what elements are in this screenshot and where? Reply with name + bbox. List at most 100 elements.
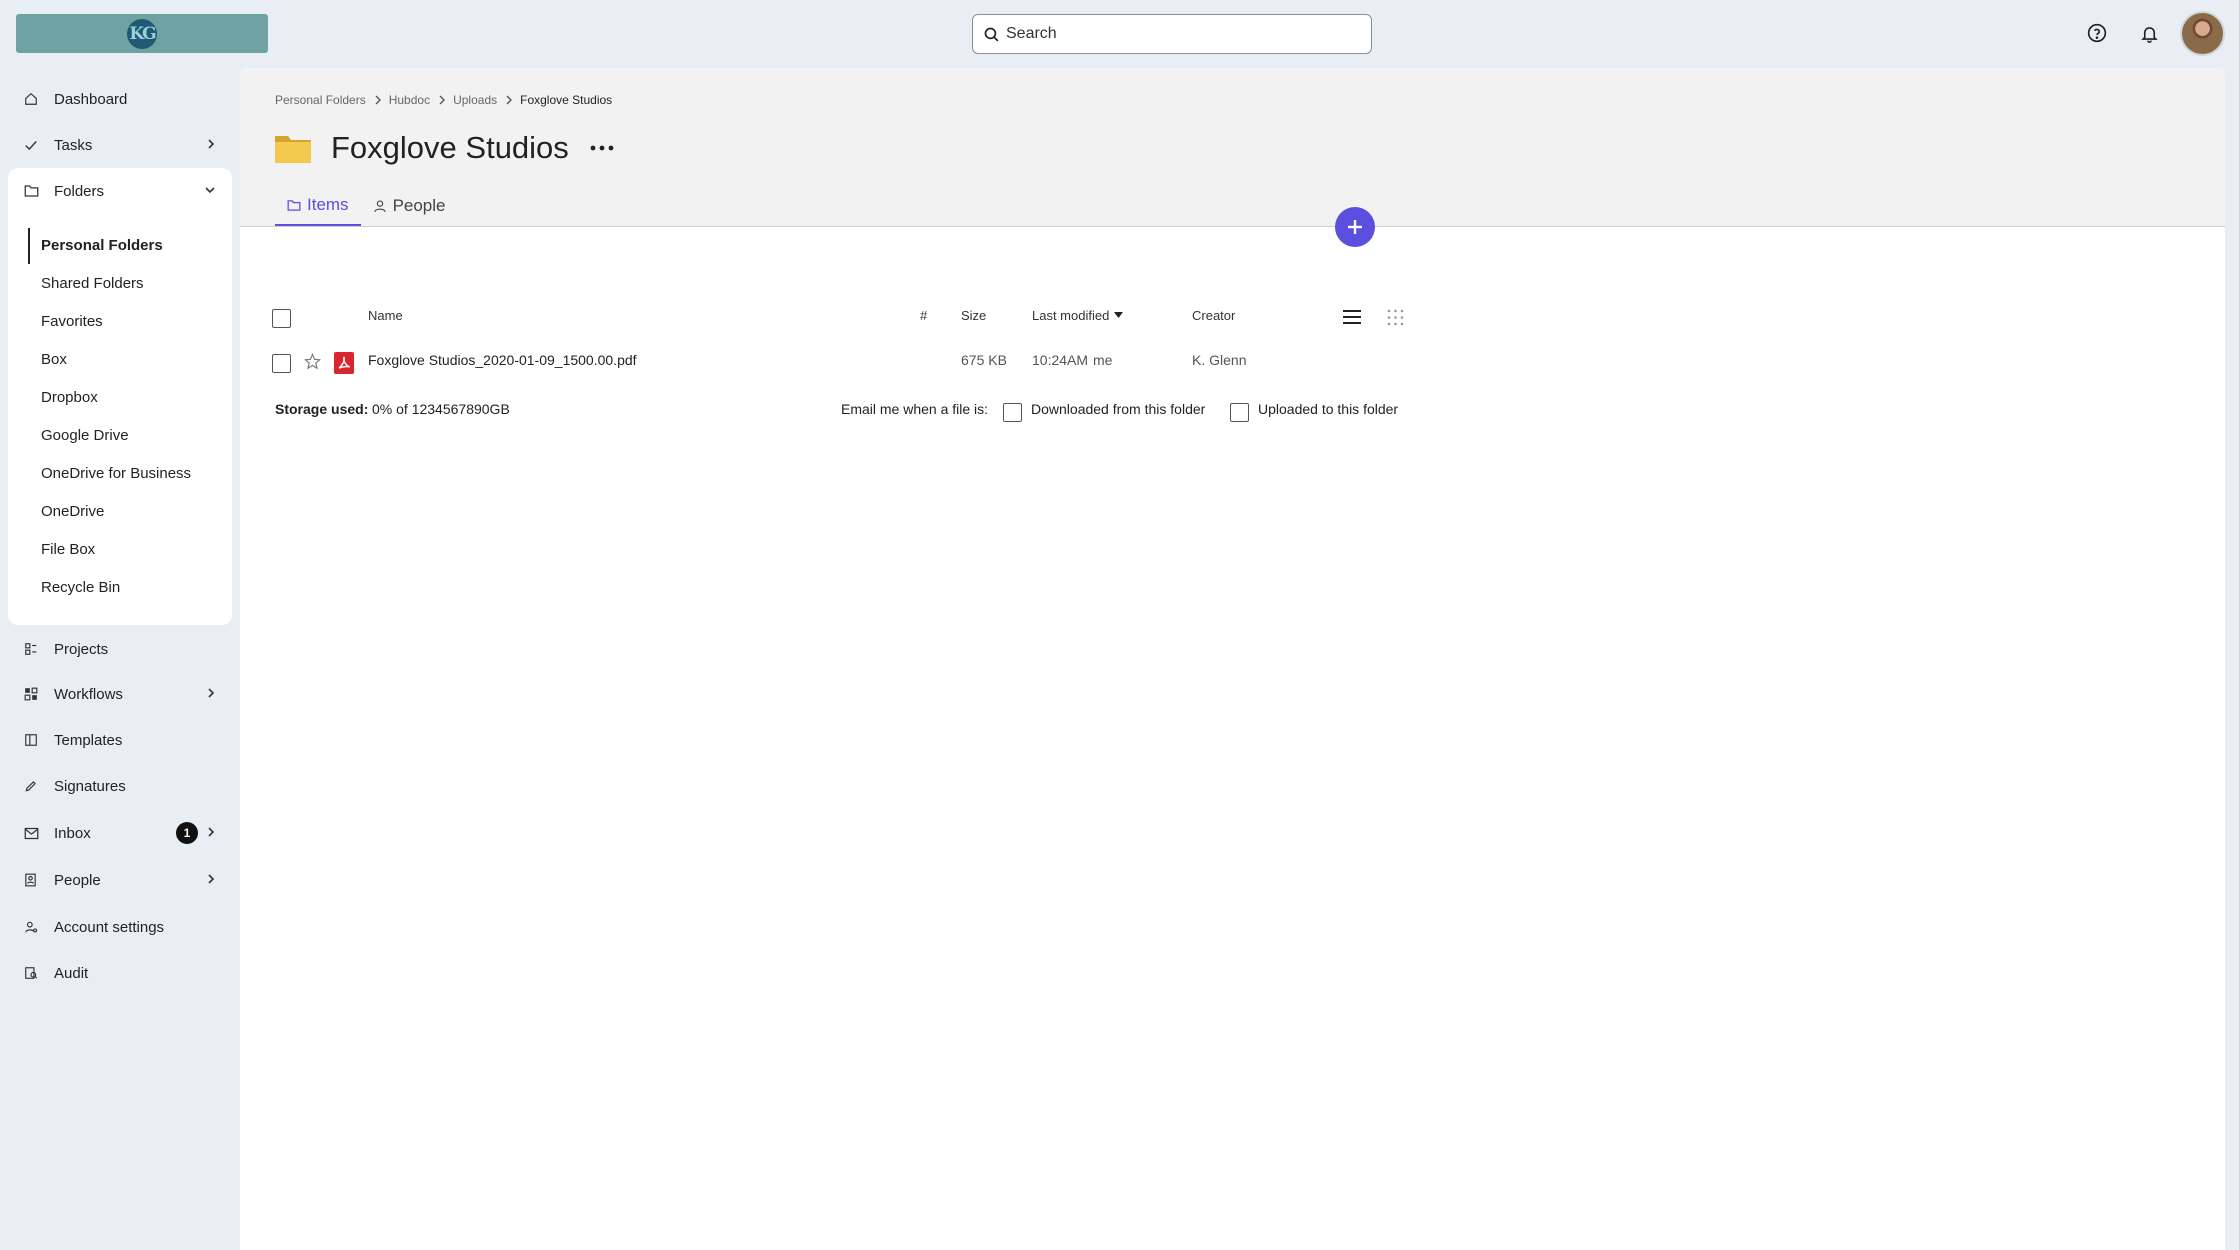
grid-view-icon[interactable] [1387,309,1404,326]
workflow-icon [24,687,44,701]
nav-templates[interactable]: Templates [8,720,232,760]
downloaded-option-label[interactable]: Downloaded from this folder [1031,401,1205,417]
nav-audit[interactable]: Audit [8,953,232,993]
search-icon [983,26,1000,43]
pdf-file-icon [334,352,354,374]
nav-people[interactable]: People [8,860,232,900]
nav-projects[interactable]: Projects [8,629,232,669]
breadcrumb-current: Foxglove Studios [520,93,613,107]
projects-icon [24,642,44,656]
nav-label: Projects [54,640,109,658]
page-title: Foxglove Studios [331,130,569,165]
user-avatar[interactable] [2180,11,2225,56]
column-header-name[interactable]: Name [368,308,403,323]
nav-label: People [54,871,101,889]
storage-label: Storage used: [275,401,369,417]
file-name[interactable]: Foxglove Studios_2020-01-09_1500.00.pdf [368,352,637,368]
file-modified-by: me [1093,352,1113,368]
nav-label: Templates [54,731,123,749]
active-folder-indicator [28,228,30,264]
nav-folders[interactable]: Folders [8,171,232,211]
column-header-label: Last modified [1032,308,1110,323]
tab-items[interactable]: Items [275,186,361,226]
nav-label: Audit [54,964,89,982]
tab-label: People [392,196,446,215]
chevron-down-icon [204,183,216,201]
folder-favorites[interactable]: Favorites [41,310,103,334]
template-icon [24,733,44,747]
app-logo[interactable]: KG [16,14,268,53]
title-row: Foxglove Studios [275,130,615,166]
search-input[interactable] [1006,25,1371,43]
file-modified-time: 10:24AM [1032,352,1089,368]
column-header-number[interactable]: # [920,308,927,323]
chevron-right-icon [206,825,216,843]
row-checkbox[interactable] [272,354,291,373]
folder-icon [287,199,301,212]
bell-icon[interactable] [2136,20,2162,46]
folder-icon [24,184,44,198]
help-icon[interactable] [2084,20,2110,46]
chevron-right-icon [438,95,446,105]
select-all-checkbox[interactable] [272,309,291,328]
nav-label: Tasks [54,136,93,154]
breadcrumb-item[interactable]: Uploads [453,93,497,107]
column-header-size[interactable]: Size [961,308,986,323]
nav-label: Signatures [54,777,126,795]
folder-box[interactable]: Box [41,348,67,372]
folder-google-drive[interactable]: Google Drive [41,424,129,448]
file-creator: K. Glenn [1192,352,1247,368]
folder-dropbox[interactable]: Dropbox [41,386,98,410]
storage-value: 0% of 1234567890GB [372,401,510,417]
nav-label: Folders [54,182,105,200]
mail-icon [24,827,44,840]
column-header-creator[interactable]: Creator [1192,308,1235,323]
inbox-count-badge: 1 [176,822,198,844]
plus-icon [1346,218,1364,236]
column-header-last-modified[interactable]: Last modified [1032,308,1124,323]
email-notify-label: Email me when a file is: [841,401,989,417]
nav-inbox[interactable]: Inbox 1 [8,813,232,853]
breadcrumb: Personal Folders Hubdoc Uploads Foxglove… [275,93,612,107]
folder-personal[interactable]: Personal Folders [41,234,163,258]
breadcrumb-item[interactable]: Personal Folders [275,93,366,107]
nav-label: Workflows [54,685,123,703]
chevron-right-icon [206,137,216,155]
nav-label: Account settings [54,918,165,936]
folder-icon [275,133,311,163]
star-icon[interactable] [304,353,321,370]
chevron-right-icon [374,95,381,105]
folder-recycle-bin[interactable]: Recycle Bin [41,576,120,600]
nav-signatures[interactable]: Signatures [8,766,232,806]
sort-desc-icon [1114,312,1124,319]
nav-dashboard[interactable]: Dashboard [8,79,232,119]
uploaded-option-label[interactable]: Uploaded to this folder [1258,401,1398,417]
tab-bar: Items People [275,186,458,226]
folder-shared[interactable]: Shared Folders [41,272,144,296]
chevron-right-icon [206,872,216,890]
uploaded-checkbox[interactable] [1230,403,1249,422]
add-button[interactable] [1335,207,1375,247]
nav-tasks[interactable]: Tasks [8,125,232,165]
nav-workflows[interactable]: Workflows [8,674,232,714]
folder-onedrive[interactable]: OneDrive [41,500,104,524]
more-options-icon[interactable] [589,144,615,152]
file-size: 675 KB [961,352,1007,368]
audit-icon [24,966,44,980]
nav-account-settings[interactable]: Account settings [8,907,232,947]
check-icon [24,138,44,152]
folder-file-box[interactable]: File Box [41,538,95,562]
downloaded-checkbox[interactable] [1003,403,1022,422]
items-panel [240,226,2225,1250]
person-icon [373,199,387,213]
folder-onedrive-business[interactable]: OneDrive for Business [41,462,191,486]
tab-people[interactable]: People [361,186,458,226]
logo-mark: KG [127,18,157,49]
nav-label: Inbox [54,824,91,842]
nav-label: Dashboard [54,90,128,108]
search-box[interactable] [972,14,1372,54]
pen-icon [24,779,44,793]
list-view-icon[interactable] [1343,309,1361,325]
account-icon [24,920,44,934]
breadcrumb-item[interactable]: Hubdoc [389,93,430,107]
